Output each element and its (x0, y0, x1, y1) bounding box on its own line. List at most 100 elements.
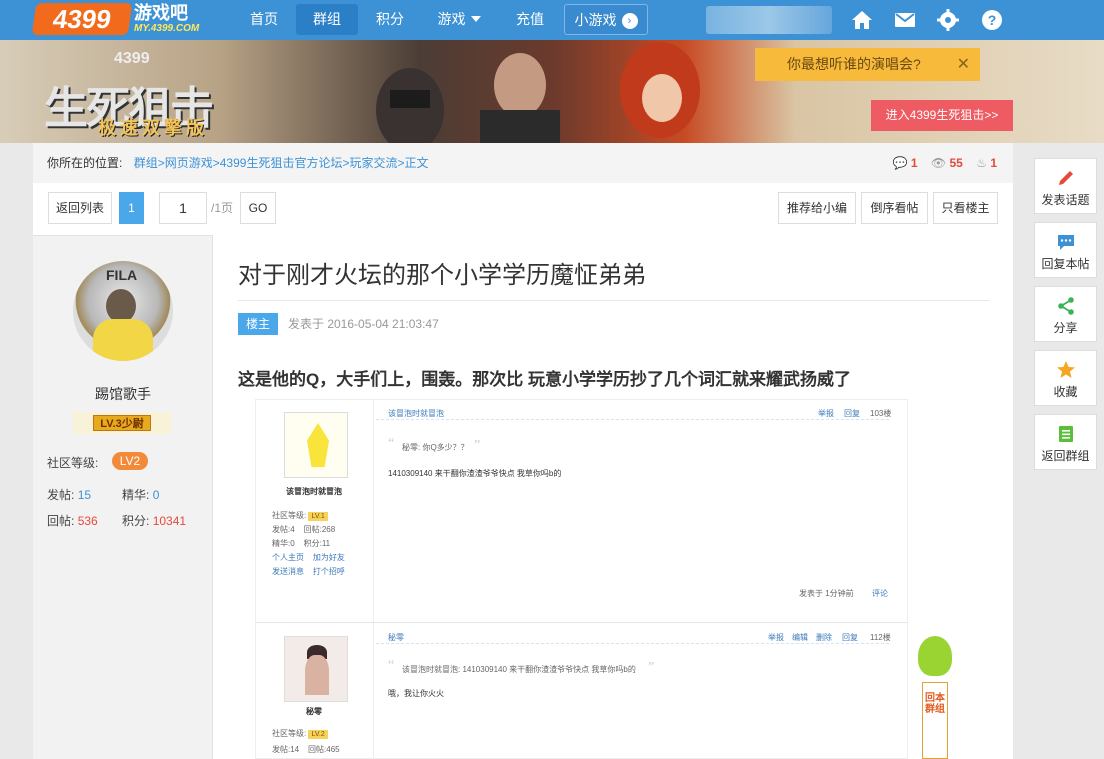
title-divider (238, 300, 990, 301)
nav-mini-games[interactable]: 小游戏 › (564, 4, 648, 35)
embedded-lv-2: 社区等级: LV.2 (272, 728, 328, 739)
embedded-text: 哦，我让你火火 (388, 689, 444, 698)
embedded-lv-badge: LV.1 (308, 512, 328, 521)
reverse-order-button[interactable]: 倒序看帖 (861, 192, 928, 224)
post-body: 这是他的Q，大手们上，围轰。那次比 玩意小学学历抄了几个词汇就来耀武扬威了 (238, 370, 851, 389)
chat-icon (1057, 235, 1074, 250)
breadcrumb-sep: > (212, 156, 220, 170)
post-title: 对于刚才火坛的那个小学学历魔怔弟弟 (238, 262, 646, 289)
embedded-footer-link: 评论 (872, 589, 888, 598)
breadcrumb-link[interactable]: 玩家交流 (349, 156, 397, 170)
stat-label: 回帖: (308, 745, 327, 754)
embedded-action: 删除 (816, 633, 832, 642)
author-sidebar: FILA 踢馆歌手 LV.3少尉 社区等级: LV2 发帖: 15 精华: 0 … (33, 235, 213, 759)
home-icon[interactable] (850, 8, 874, 32)
quote-open-icon: “ (388, 658, 395, 673)
user-account-blurred[interactable] (706, 6, 832, 34)
back-to-group-mascot[interactable]: 回本群组 (912, 630, 958, 759)
embedded-link: 打个招呼 (312, 567, 345, 576)
embedded-link: 个人主页 (272, 553, 304, 562)
site-logo[interactable]: 4399 (31, 3, 133, 35)
essence-stat: 精华: 0 (122, 486, 159, 503)
avatar-head-art (106, 289, 136, 323)
level-badge: LV2 (112, 452, 148, 470)
embedded-user-1: 该冒泡时就冒泡 (286, 487, 342, 496)
poll-banner[interactable]: 你最想听谁的演唱会? ✕ (755, 48, 980, 81)
favorite-button[interactable]: 收藏 (1034, 350, 1097, 406)
breadcrumb-link[interactable]: 网页游戏 (165, 156, 213, 170)
share-button[interactable]: 分享 (1034, 286, 1097, 342)
chevron-down-icon (470, 16, 481, 22)
gear-icon[interactable] (936, 8, 960, 32)
pencil-icon (1058, 171, 1073, 185)
quote-close-icon: ” (474, 438, 481, 453)
embedded-floor: 103楼 (870, 409, 892, 418)
recommend-button[interactable]: 推荐给小编 (778, 192, 856, 224)
post-topic-button[interactable]: 发表话题 (1034, 158, 1097, 214)
embedded-screenshot[interactable]: 该冒泡时就冒泡 社区等级: LV.1 发帖:4 回帖:268 精华:0 积分:1… (255, 399, 908, 759)
points-label: 积分: (122, 514, 150, 528)
close-icon[interactable]: ✕ (957, 48, 970, 81)
posts-label: 发帖: (47, 488, 75, 502)
embedded-avatar-1 (284, 412, 348, 478)
post-stats: 💬 1 👁 55 ♨ 1 (883, 143, 997, 183)
breadcrumb-link[interactable]: 4399生死狙击官方论坛 (220, 156, 343, 170)
game-subtitle: 极速双擎版 (98, 118, 208, 138)
points-value: 10341 (152, 514, 187, 528)
mail-icon[interactable] (893, 8, 917, 32)
nav-points[interactable]: 积分 (362, 4, 418, 35)
embedded-action: 举报 (818, 409, 834, 418)
breadcrumb-sep: > (157, 156, 165, 170)
avatar[interactable]: FILA (73, 261, 173, 361)
embedded-lv-1: 社区等级: LV.1 (272, 510, 328, 521)
embedded-lv-label: 社区等级: (272, 511, 307, 520)
quote-open-icon: “ (388, 436, 395, 451)
embedded-link: 发送消息 (272, 567, 304, 576)
logo-subtitle: 游戏吧 MY.4399.COM (134, 3, 199, 34)
go-button[interactable]: GO (240, 192, 276, 224)
stat-value: 0 (290, 539, 295, 548)
nav-groups[interactable]: 群组 (296, 4, 358, 35)
back-to-list-button[interactable]: 返回列表 (48, 192, 112, 224)
embedded-lv-badge: LV.2 (308, 730, 328, 739)
nav-recharge[interactable]: 充值 (502, 4, 558, 35)
embedded-link-row: 发送消息 打个招呼 (272, 566, 345, 577)
list-icon (1058, 426, 1073, 442)
author-name[interactable]: 踢馆歌手 (33, 384, 213, 404)
posts-value[interactable]: 15 (78, 488, 91, 502)
back-to-group-button[interactable]: 返回群组 (1034, 414, 1097, 470)
embedded-action: 回复 (842, 633, 858, 642)
top-navbar: 4399 游戏吧 MY.4399.COM 首页 群组 积分 游戏 充值 小游戏 ›… (0, 0, 1104, 40)
breadcrumb-sep: > (397, 156, 405, 170)
embedded-action: 编辑 (792, 633, 808, 642)
embedded-action: 举报 (768, 633, 784, 642)
breadcrumb-current[interactable]: 正文 (405, 156, 429, 170)
nav-games-label: 游戏 (437, 11, 466, 27)
reply-button[interactable]: 回复本帖 (1034, 222, 1097, 278)
help-icon[interactable]: ? (980, 8, 1004, 32)
essence-value[interactable]: 0 (153, 488, 160, 502)
embedded-post-header (376, 632, 889, 644)
nav-games[interactable]: 游戏 (424, 4, 494, 35)
posts-stat: 发帖: 15 (47, 486, 91, 503)
favorite-label: 收藏 (1053, 385, 1078, 399)
embedded-user-2: 秘零 (306, 707, 322, 716)
like-count: 1 (990, 156, 997, 170)
breadcrumb-link[interactable]: 群组 (134, 156, 158, 170)
enter-game-button[interactable]: 进入4399生死狙击>> (871, 100, 1013, 131)
embedded-header-user: 该冒泡时就冒泡 (388, 409, 444, 418)
stat-value: 268 (321, 525, 336, 534)
svg-text:?: ? (988, 12, 997, 28)
owner-only-button[interactable]: 只看楼主 (933, 192, 998, 224)
share-icon (1057, 297, 1074, 315)
replies-value[interactable]: 536 (78, 514, 98, 528)
post-time: 发表于 2016-05-04 21:03:47 (288, 317, 439, 331)
stat-label: 发帖: (272, 745, 291, 754)
current-page[interactable]: 1 (119, 192, 144, 224)
game-number: 4399 (114, 50, 150, 67)
level-label: 社区等级: (47, 456, 99, 470)
star-icon (1056, 361, 1075, 378)
embedded-header-user: 秘零 (388, 633, 404, 642)
page-input[interactable]: 1 (159, 192, 207, 224)
nav-home[interactable]: 首页 (236, 4, 292, 35)
